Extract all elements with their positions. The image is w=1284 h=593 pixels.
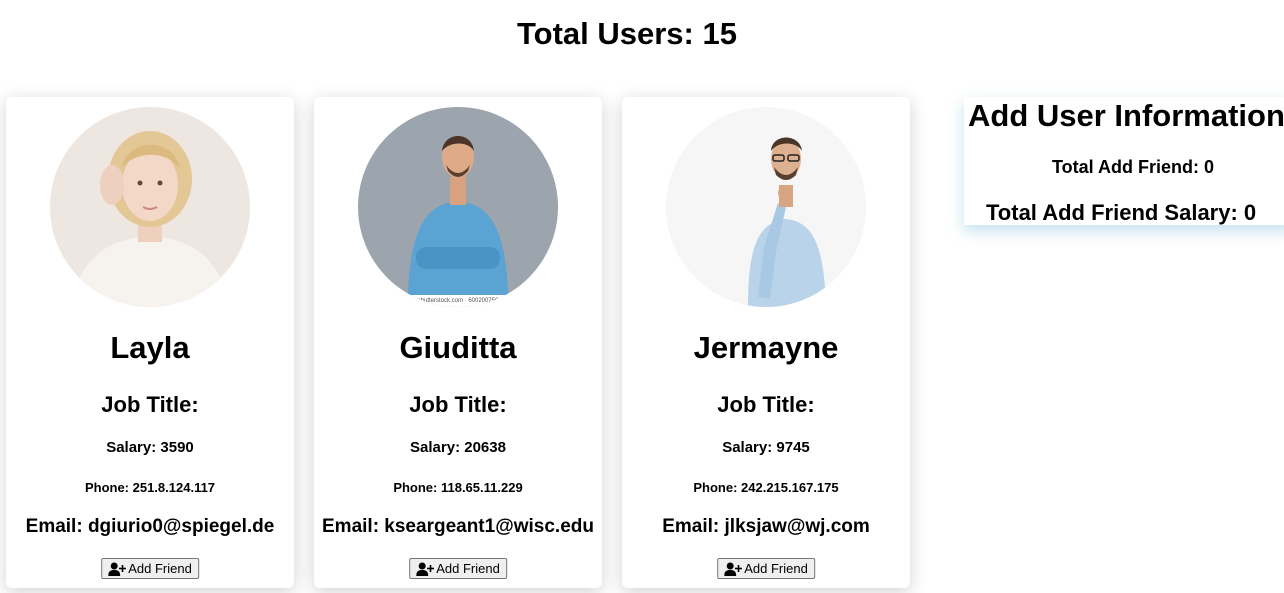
- user-avatar-photo: shutterstock.com · 600200750: [358, 107, 558, 307]
- user-name: Layla: [110, 330, 190, 365]
- job-title-label: Job Title:: [409, 392, 507, 417]
- user-name: Jermayne: [693, 330, 839, 365]
- total-add-friend-count: Total Add Friend: 0: [1052, 157, 1214, 177]
- add-friend-label: Add Friend: [744, 561, 808, 576]
- user-plus-icon: [724, 562, 743, 576]
- user-card-giuditta: shutterstock.com · 600200750 Giuditta Jo…: [314, 97, 602, 588]
- user-plus-icon: [108, 562, 127, 576]
- job-title-label: Job Title:: [101, 392, 199, 417]
- user-avatar-photo: [666, 107, 866, 307]
- user-avatar-photo: [50, 107, 250, 307]
- phone-text: Phone: 118.65.11.229: [393, 480, 523, 495]
- phone-text: Phone: 251.8.124.117: [84, 480, 216, 495]
- email-text: Email: kseargeant1@wisc.edu: [322, 516, 594, 537]
- add-friend-button[interactable]: Add Friend: [717, 558, 815, 579]
- user-name: Giuditta: [399, 330, 517, 365]
- user-card-layla: Layla Job Title: Salary: 3590 Phone: 251…: [6, 97, 294, 588]
- phone-text: Phone: 242.215.167.175: [693, 480, 839, 495]
- add-user-info-panel: Add User Information Total Add Friend: 0…: [964, 97, 1284, 225]
- total-users-heading: Total Users: 15: [517, 16, 737, 51]
- salary-text: Salary: 3590: [106, 439, 194, 456]
- job-title-label: Job Title:: [717, 392, 815, 417]
- add-friend-label: Add Friend: [128, 561, 192, 576]
- email-text: Email: dgiurio0@spiegel.de: [25, 516, 275, 537]
- user-plus-icon: [416, 562, 435, 576]
- add-friend-button[interactable]: Add Friend: [101, 558, 199, 579]
- total-add-friend-salary: Total Add Friend Salary: 0: [986, 200, 1257, 225]
- photo-watermark: shutterstock.com · 600200750: [418, 298, 499, 304]
- info-panel-title: Add User Information: [968, 98, 1284, 133]
- add-friend-label: Add Friend: [436, 561, 500, 576]
- user-card-jermayne: Jermayne Job Title: Salary: 9745 Phone: …: [622, 97, 910, 588]
- salary-text: Salary: 9745: [722, 439, 810, 456]
- email-text: Email: jlksjaw@wj.com: [662, 516, 870, 537]
- salary-text: Salary: 20638: [410, 439, 506, 456]
- add-friend-button[interactable]: Add Friend: [409, 558, 507, 579]
